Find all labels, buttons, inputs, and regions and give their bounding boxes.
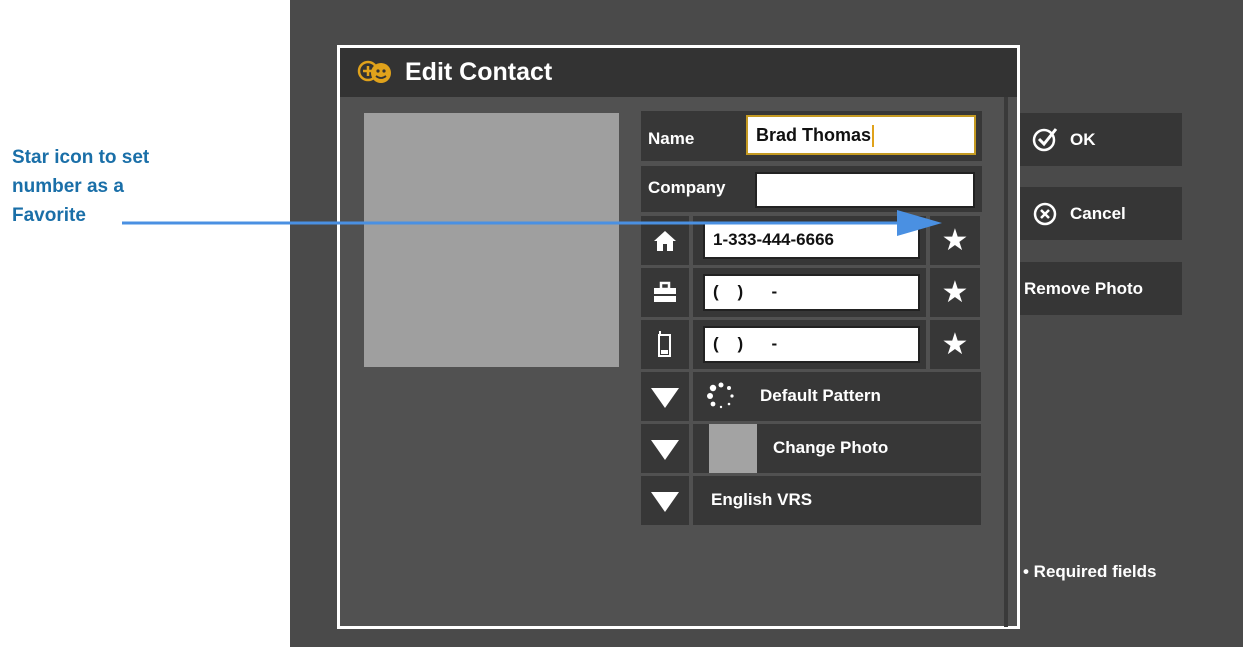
callout-arrowhead bbox=[897, 210, 942, 236]
callout-arrow bbox=[122, 210, 942, 236]
